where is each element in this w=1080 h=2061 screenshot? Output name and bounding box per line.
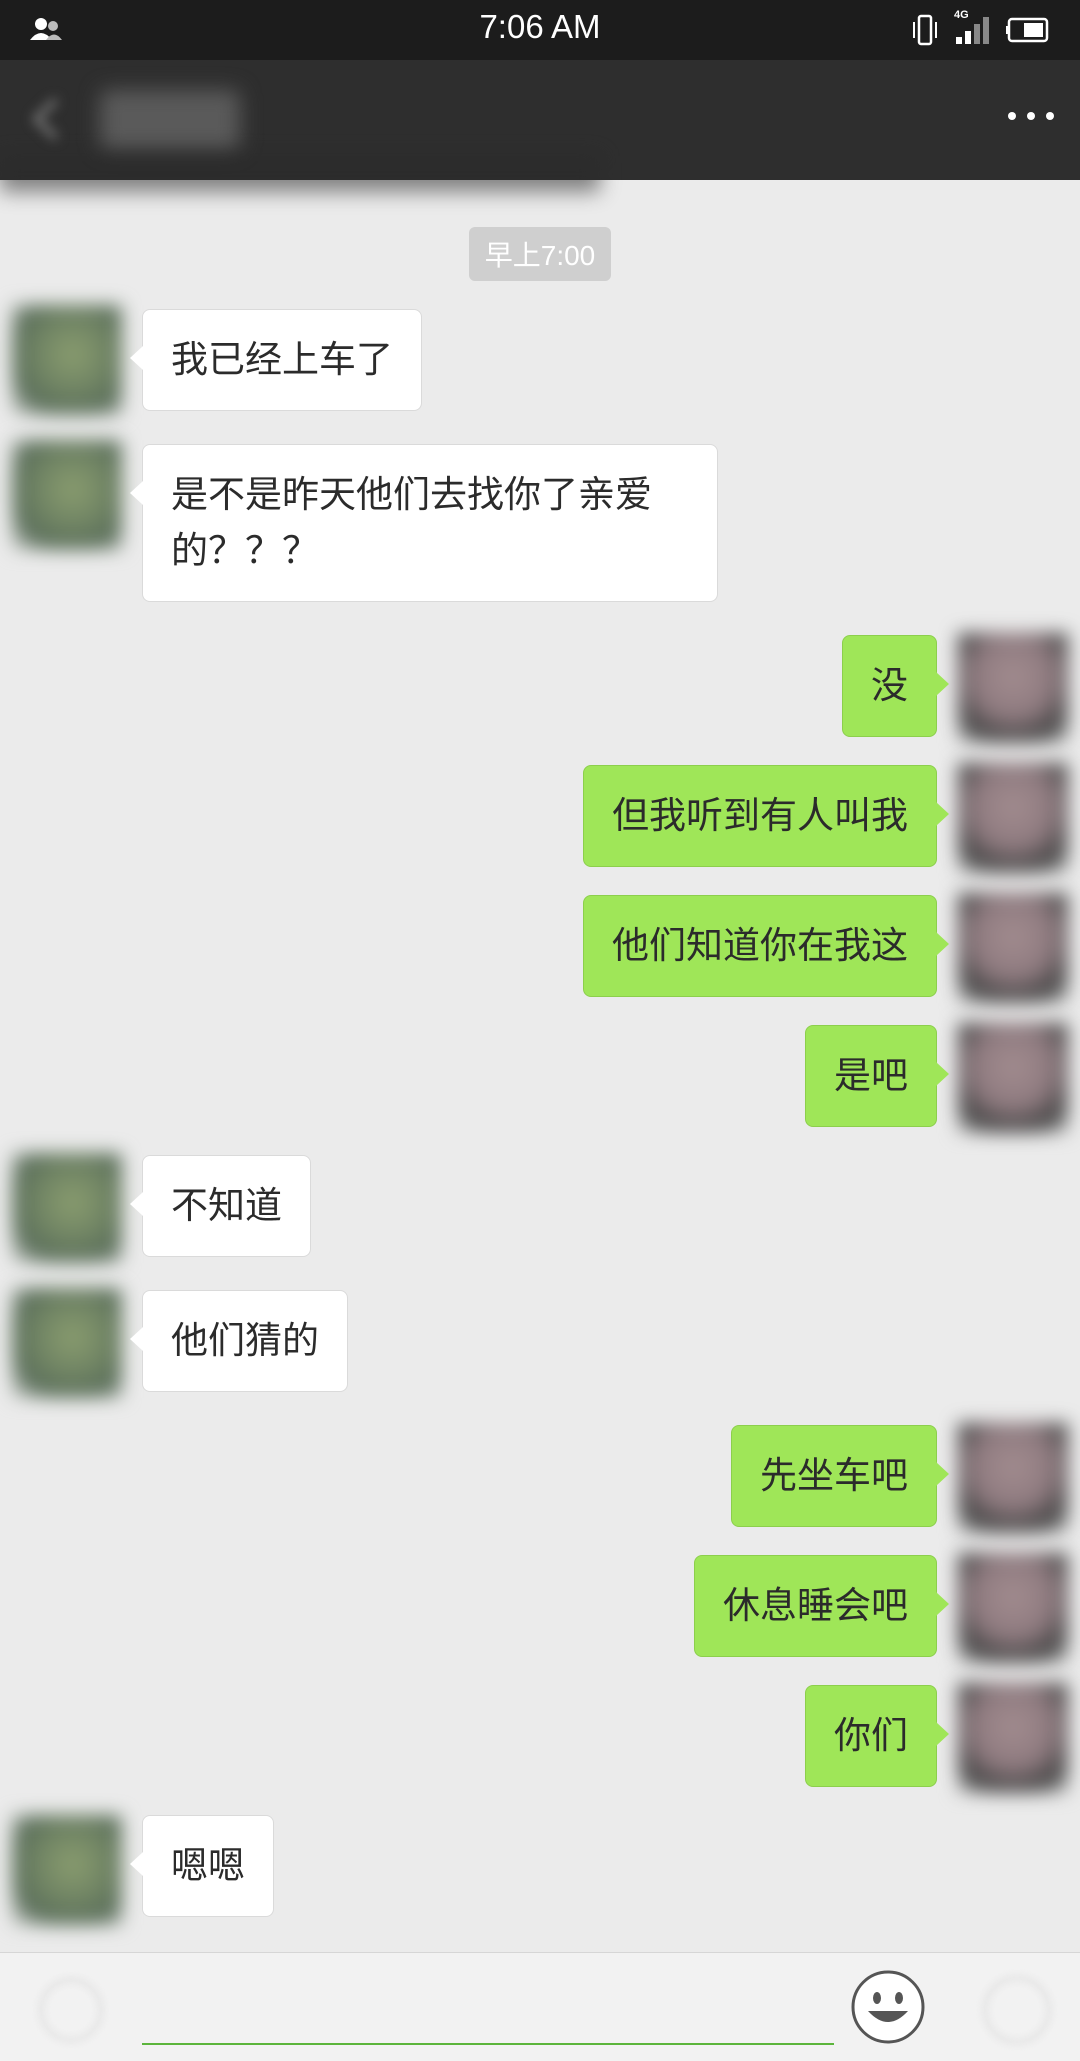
message-bubble-outgoing[interactable]: 是吧 <box>805 1025 949 1127</box>
battery-icon <box>1006 17 1050 47</box>
message-bubble-incoming[interactable]: 嗯嗯 <box>130 1815 274 1917</box>
emoji-icon[interactable] <box>850 1969 926 2045</box>
user-avatar[interactable] <box>958 893 1068 1003</box>
user-avatar[interactable] <box>958 633 1068 743</box>
message-bubble-outgoing[interactable]: 先坐车吧 <box>731 1425 949 1527</box>
user-avatar[interactable] <box>958 1553 1068 1663</box>
more-icon[interactable] <box>1008 112 1054 120</box>
vibrate-icon <box>910 14 940 50</box>
timestamp-row: 早上7:00 <box>0 227 1080 281</box>
user-avatar[interactable] <box>958 1423 1068 1533</box>
message-bubble-incoming[interactable]: 我已经上车了 <box>130 309 422 411</box>
message-bubble-incoming[interactable]: 是不是昨天他们去找你了亲爱的？？？ <box>130 444 718 602</box>
input-bar <box>0 1952 1080 2061</box>
status-bar: 7:06 AM 4G <box>0 0 1080 60</box>
user-avatar[interactable] <box>958 1023 1068 1133</box>
contact-avatar[interactable] <box>12 305 122 415</box>
message-bubble-outgoing[interactable]: 但我听到有人叫我 <box>583 765 949 867</box>
back-arrow-icon[interactable] <box>26 94 66 144</box>
message-bubble-outgoing[interactable]: 他们知道你在我这 <box>583 895 949 997</box>
user-avatar[interactable] <box>958 1683 1068 1793</box>
message-bubble-outgoing[interactable]: 休息睡会吧 <box>694 1555 949 1657</box>
chat-title <box>100 90 240 150</box>
blur-smudge <box>0 156 600 192</box>
message-bubble-incoming[interactable]: 他们猜的 <box>130 1290 348 1392</box>
contact-avatar[interactable] <box>12 1153 122 1263</box>
signal-icon: 4G <box>954 9 992 49</box>
message-input[interactable] <box>142 1971 834 2045</box>
user-avatar[interactable] <box>958 763 1068 873</box>
message-bubble-incoming[interactable]: 不知道 <box>130 1155 311 1257</box>
contact-avatar[interactable] <box>12 1288 122 1398</box>
voice-icon[interactable] <box>40 1979 102 2041</box>
contact-avatar[interactable] <box>12 440 122 550</box>
message-bubble-outgoing[interactable]: 没 <box>842 635 949 737</box>
message-timestamp: 早上7:00 <box>468 227 612 281</box>
network-type-label: 4G <box>954 9 969 21</box>
contact-avatar[interactable] <box>12 1815 122 1925</box>
plus-icon[interactable] <box>984 1977 1050 2043</box>
message-bubble-outgoing[interactable]: 你们 <box>805 1685 949 1787</box>
